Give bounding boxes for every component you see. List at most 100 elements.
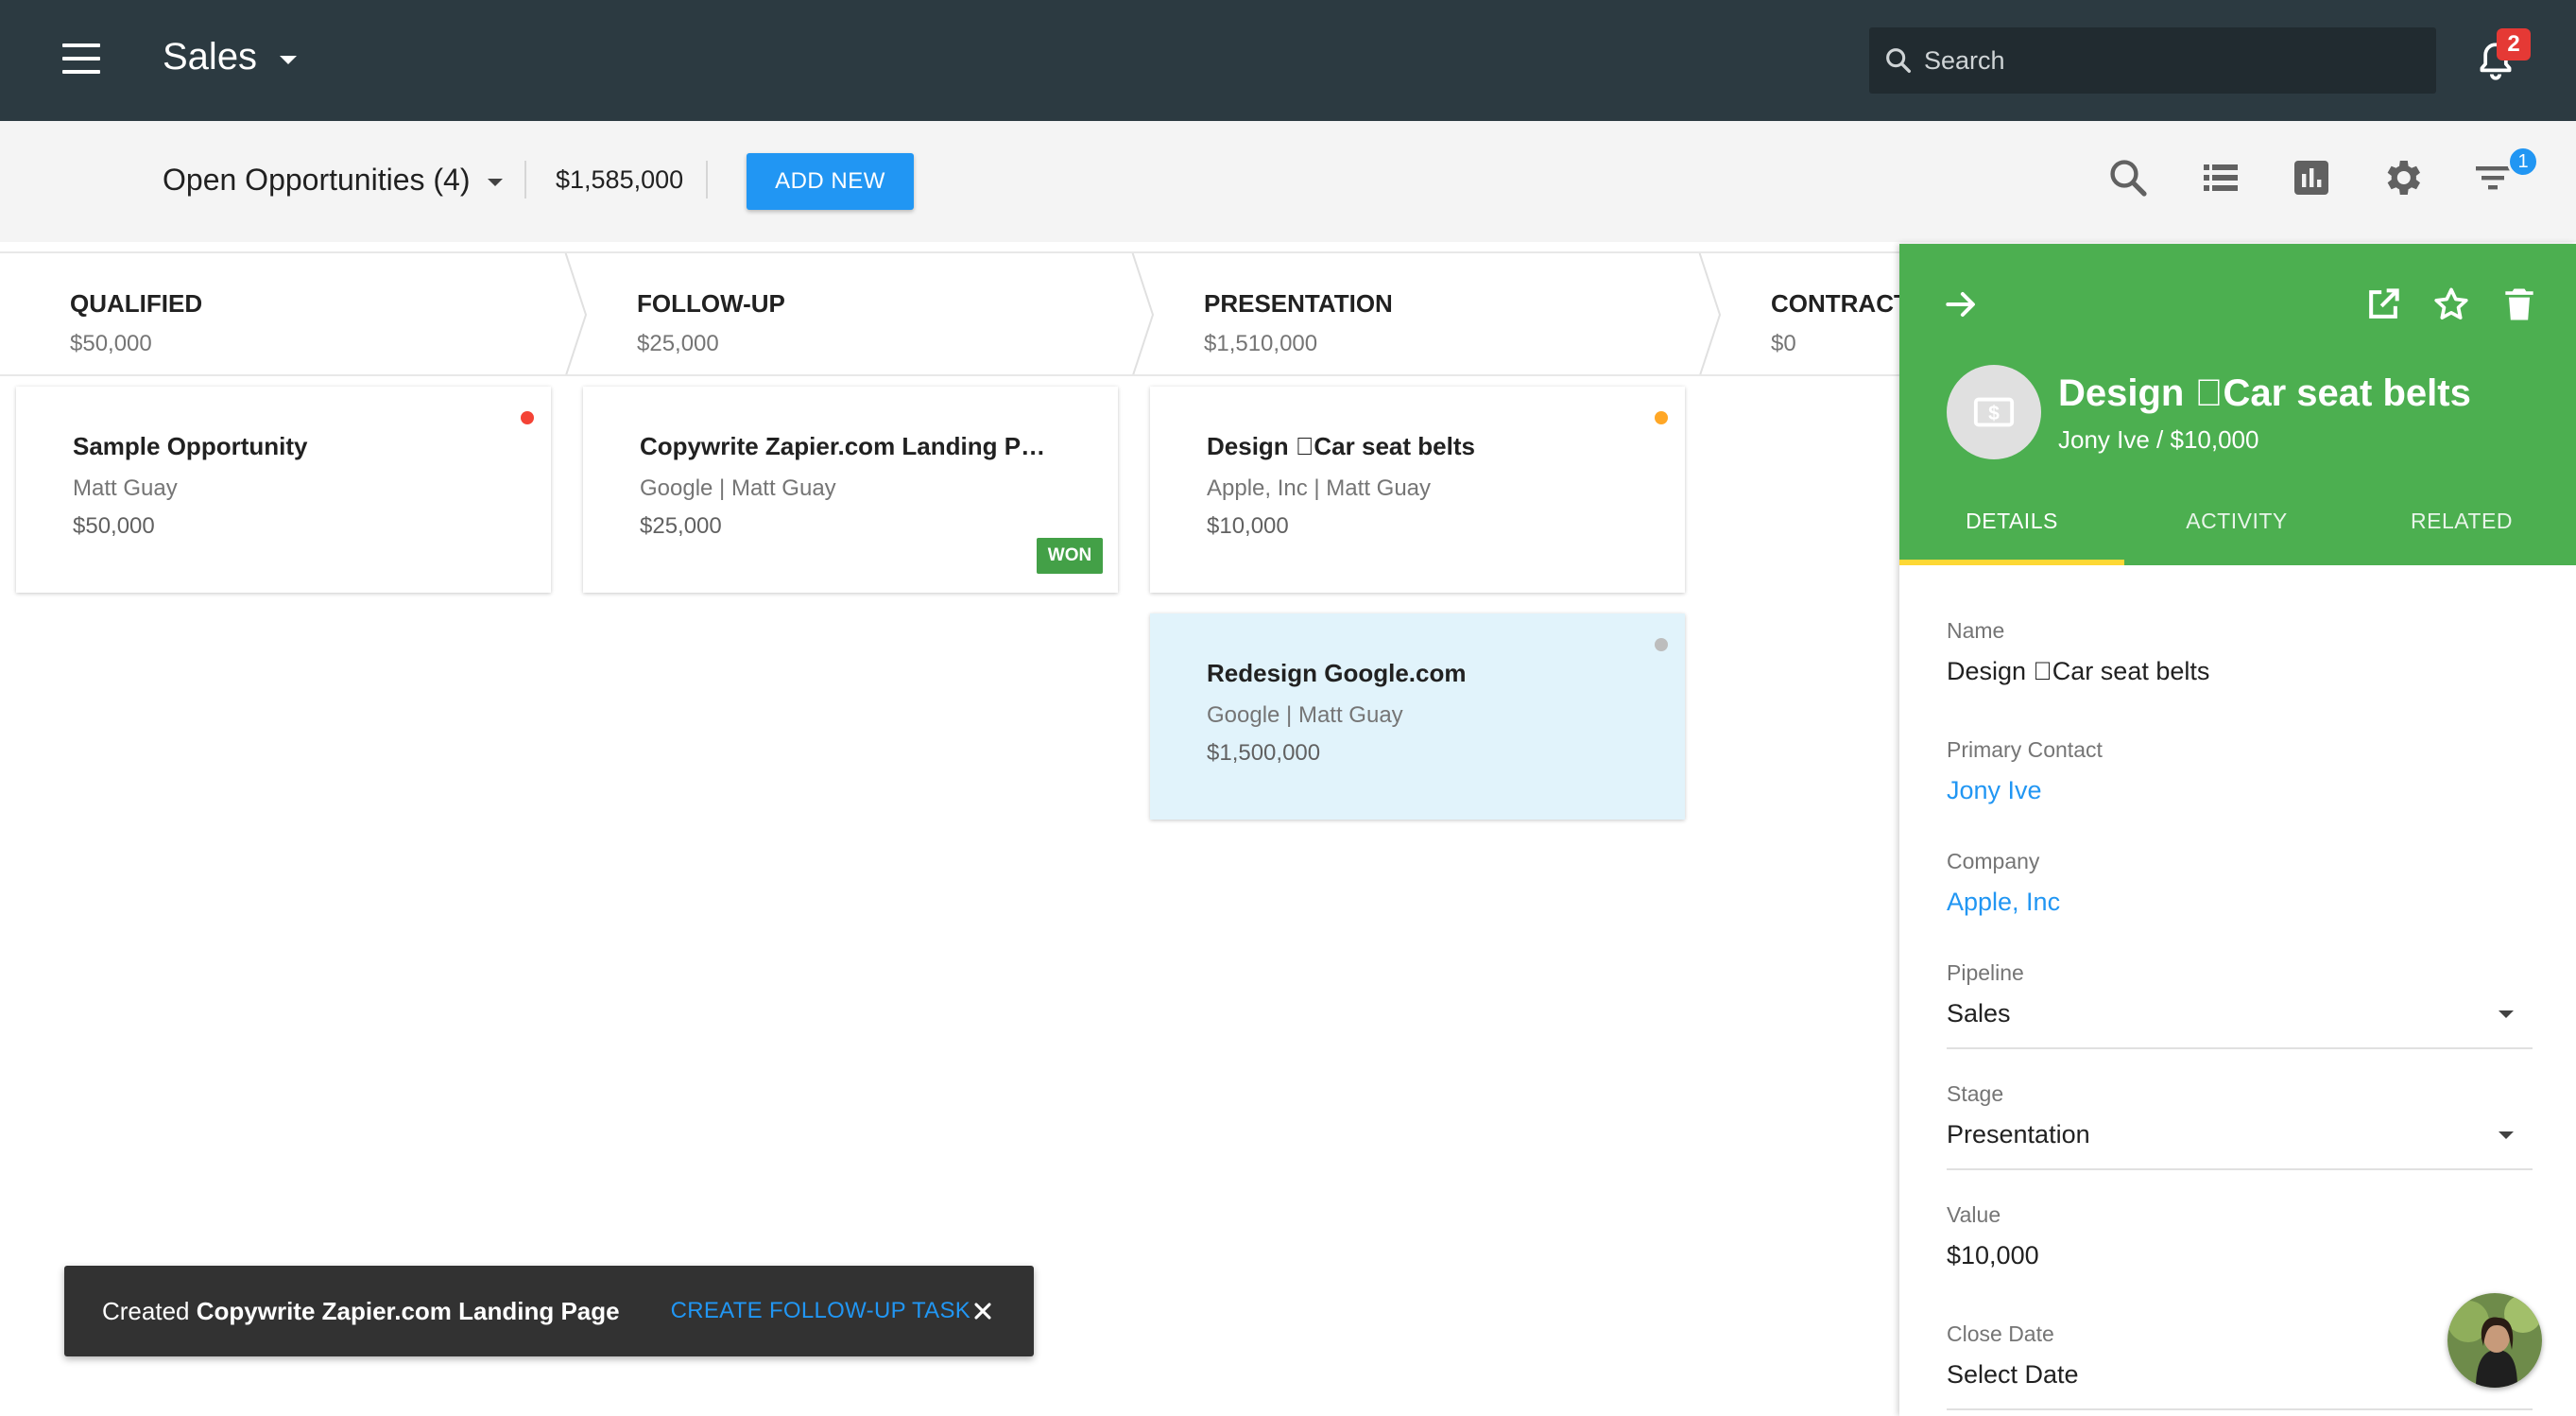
delete-icon[interactable] (2499, 284, 2540, 325)
won-badge: WON (1037, 538, 1103, 574)
gear-icon[interactable] (2379, 155, 2425, 200)
open-in-new-icon[interactable] (2362, 284, 2404, 325)
stage-amount: $25,000 (637, 331, 719, 356)
create-follow-up-task-button[interactable]: CREATE FOLLOW-UP TASK (671, 1298, 970, 1324)
stage-follow-up[interactable]: FOLLOW-UP $25,000 (637, 253, 1128, 374)
opportunity-card[interactable]: Design Car seat belts Apple, Inc | Matt… (1150, 387, 1685, 593)
stage-presentation[interactable]: PRESENTATION $1,510,000 (1204, 253, 1695, 374)
primary-contact-link[interactable]: Jony Ive (1947, 776, 2533, 805)
field-value: Value $10,000 (1947, 1202, 2533, 1270)
stage-name: QUALIFIED (70, 289, 203, 318)
status-dot (1655, 411, 1668, 424)
view-name: Open Opportunities (4) (163, 163, 471, 197)
stage-qualified[interactable]: QUALIFIED $50,000 (70, 253, 561, 374)
field-pipeline: Pipeline Sales (1947, 960, 2533, 1049)
pipeline-select[interactable]: Sales (1947, 999, 2533, 1049)
field-label: Pipeline (1947, 960, 2024, 985)
add-new-button[interactable]: ADD NEW (747, 153, 914, 210)
tab-related[interactable]: RELATED (2349, 507, 2574, 565)
field-name: Name Design Car seat belts (1947, 618, 2533, 686)
opportunity-title: Design Car seat belts (2058, 372, 2471, 414)
card-amount: $1,500,000 (1207, 740, 1321, 766)
money-icon: $ (1973, 397, 2015, 427)
stage-select[interactable]: Presentation (1947, 1120, 2533, 1170)
card-subtitle: Apple, Inc | Matt Guay (1207, 475, 1432, 501)
star-icon[interactable] (2430, 284, 2472, 325)
status-dot (1655, 638, 1668, 651)
detail-header: $ Design Car seat belts Jony Ive / $10,… (1899, 244, 2576, 565)
field-label: Close Date (1947, 1321, 2054, 1346)
view-selector[interactable]: Open Opportunities (4) (163, 163, 503, 198)
snackbar: Created Copywrite Zapier.com Landing Pag… (64, 1266, 1034, 1356)
snackbar-prefix: Created (102, 1296, 190, 1325)
chevron-down-icon (280, 56, 298, 64)
divider (524, 161, 526, 199)
card-subtitle: Google | Matt Guay (1207, 702, 1403, 728)
field-company: Company Apple, Inc (1947, 849, 2533, 917)
stage-name: PRESENTATION (1204, 289, 1393, 318)
stage-name: CONTRACT (1771, 289, 1899, 318)
opportunity-card[interactable]: Copywrite Zapier.com Landing P… Google |… (583, 387, 1118, 593)
active-tab-indicator (1899, 560, 2124, 565)
card-subtitle: Google | Matt Guay (640, 475, 836, 501)
global-search[interactable] (1869, 27, 2436, 94)
field-label: Company (1947, 849, 2040, 873)
card-title: Design Car seat belts (1207, 432, 1475, 460)
card-amount: $50,000 (73, 513, 155, 539)
avatar (2447, 1293, 2542, 1388)
field-label: Value (1947, 1202, 2001, 1227)
tab-details[interactable]: DETAILS (1899, 507, 2124, 565)
snackbar-item: Copywrite Zapier.com Landing Page (196, 1296, 620, 1325)
tab-activity[interactable]: ACTIVITY (2124, 507, 2349, 565)
notification-badge: 2 (2497, 28, 2531, 60)
arrow-right-icon[interactable] (1941, 284, 1983, 325)
status-dot (521, 411, 534, 424)
card-amount: $10,000 (1207, 513, 1289, 539)
card-amount: $25,000 (640, 513, 722, 539)
chevron-down-icon (2499, 1010, 2514, 1018)
opportunity-subtitle: Jony Ive / $10,000 (2058, 425, 2259, 454)
field-stage: Stage Presentation (1947, 1081, 2533, 1170)
stage-divider (1131, 253, 1155, 374)
stage-divider (1698, 253, 1722, 374)
chevron-down-icon (2499, 1131, 2514, 1139)
pipeline-value: Sales (1947, 999, 2011, 1027)
filter-count-badge: 1 (2507, 146, 2539, 178)
stage-amount: $0 (1771, 331, 1796, 356)
card-title: Redesign Google.com (1207, 659, 1467, 687)
search-icon[interactable] (2105, 155, 2151, 200)
chevron-down-icon (487, 178, 503, 186)
field-label: Primary Contact (1947, 737, 2103, 762)
field-label: Name (1947, 618, 2005, 643)
pipeline-name: Sales (163, 36, 258, 78)
company-link[interactable]: Apple, Inc (1947, 888, 2533, 917)
svg-text:$: $ (1988, 403, 2000, 424)
total-value: $1,585,000 (556, 165, 684, 194)
search-input[interactable] (1924, 45, 2396, 76)
app-header: Sales 2 (0, 0, 2576, 121)
close-date-value: Select Date (1947, 1360, 2079, 1389)
stage-contract[interactable]: CONTRACT $0 (1771, 253, 1899, 374)
field-primary-contact: Primary Contact Jony Ive (1947, 737, 2533, 805)
menu-icon[interactable] (62, 43, 100, 74)
search-icon (1886, 48, 1912, 74)
card-title: Copywrite Zapier.com Landing P… (640, 432, 1046, 460)
chart-icon[interactable] (2289, 155, 2334, 200)
field-close-date: Close Date Select Date (1947, 1321, 2533, 1410)
snackbar-message: Created Copywrite Zapier.com Landing Pag… (102, 1297, 620, 1326)
card-subtitle: Matt Guay (73, 475, 178, 501)
close-icon[interactable] (970, 1298, 996, 1324)
stage-value: Presentation (1947, 1120, 2090, 1148)
name-value[interactable]: Design Car seat belts (1947, 657, 2533, 686)
support-chat-avatar[interactable] (2447, 1293, 2542, 1388)
stage-amount: $50,000 (70, 331, 152, 356)
divider (706, 161, 708, 199)
pipeline-switcher[interactable]: Sales (163, 36, 298, 78)
card-title: Sample Opportunity (73, 432, 308, 460)
close-date-picker[interactable]: Select Date (1947, 1360, 2533, 1410)
detail-panel: $ Design Car seat belts Jony Ive / $10,… (1899, 244, 2576, 1416)
list-icon[interactable] (2198, 155, 2243, 200)
opportunity-card[interactable]: Redesign Google.com Google | Matt Guay $… (1150, 613, 1685, 820)
opportunity-card[interactable]: Sample Opportunity Matt Guay $50,000 (16, 387, 551, 593)
value-input[interactable]: $10,000 (1947, 1241, 2533, 1270)
